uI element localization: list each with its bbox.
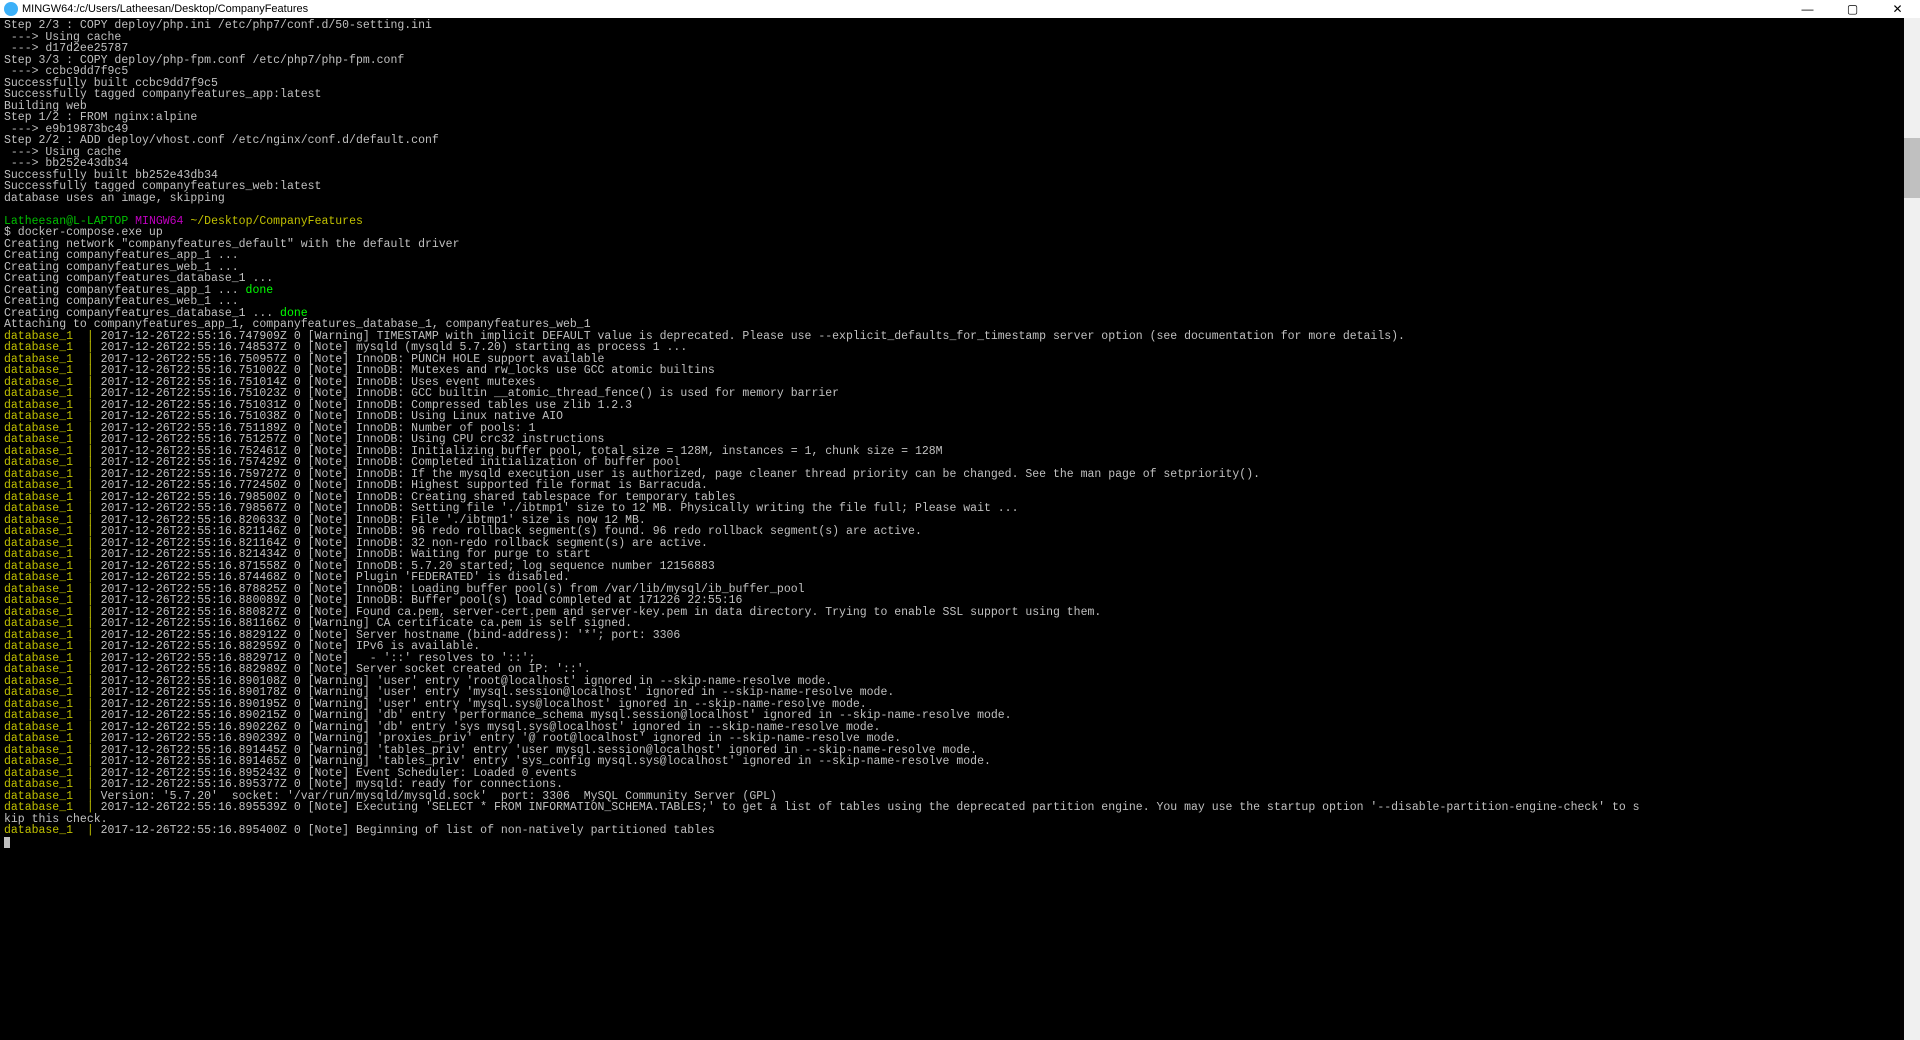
window-controls: — ▢ ✕	[1785, 0, 1920, 18]
maximize-button[interactable]: ▢	[1830, 0, 1875, 18]
prompt-path: ~/Desktop/CompanyFeatures	[190, 215, 363, 228]
done-label: done	[246, 284, 274, 297]
minimize-button[interactable]: —	[1785, 0, 1830, 18]
log-line: 2017-12-26T22:55:16.895400Z 0 [Note] Beg…	[101, 824, 715, 837]
scroll-thumb[interactable]	[1904, 138, 1920, 198]
close-button[interactable]: ✕	[1875, 0, 1920, 18]
container-prefix: database_1 |	[4, 824, 94, 837]
log-line: 2017-12-26T22:55:16.895539Z 0 [Note] Exe…	[101, 801, 1640, 814]
terminal-cursor	[4, 837, 10, 848]
scrollbar-vertical[interactable]	[1904, 18, 1920, 1040]
mintty-icon	[4, 2, 18, 16]
terminal-output[interactable]: Step 2/3 : COPY deploy/php.ini /etc/php7…	[0, 18, 1920, 1040]
window-titlebar: MINGW64:/c/Users/Latheesan/Desktop/Compa…	[0, 0, 1920, 18]
window-title: MINGW64:/c/Users/Latheesan/Desktop/Compa…	[22, 4, 1785, 15]
build-line: database uses an image, skipping	[4, 192, 225, 205]
